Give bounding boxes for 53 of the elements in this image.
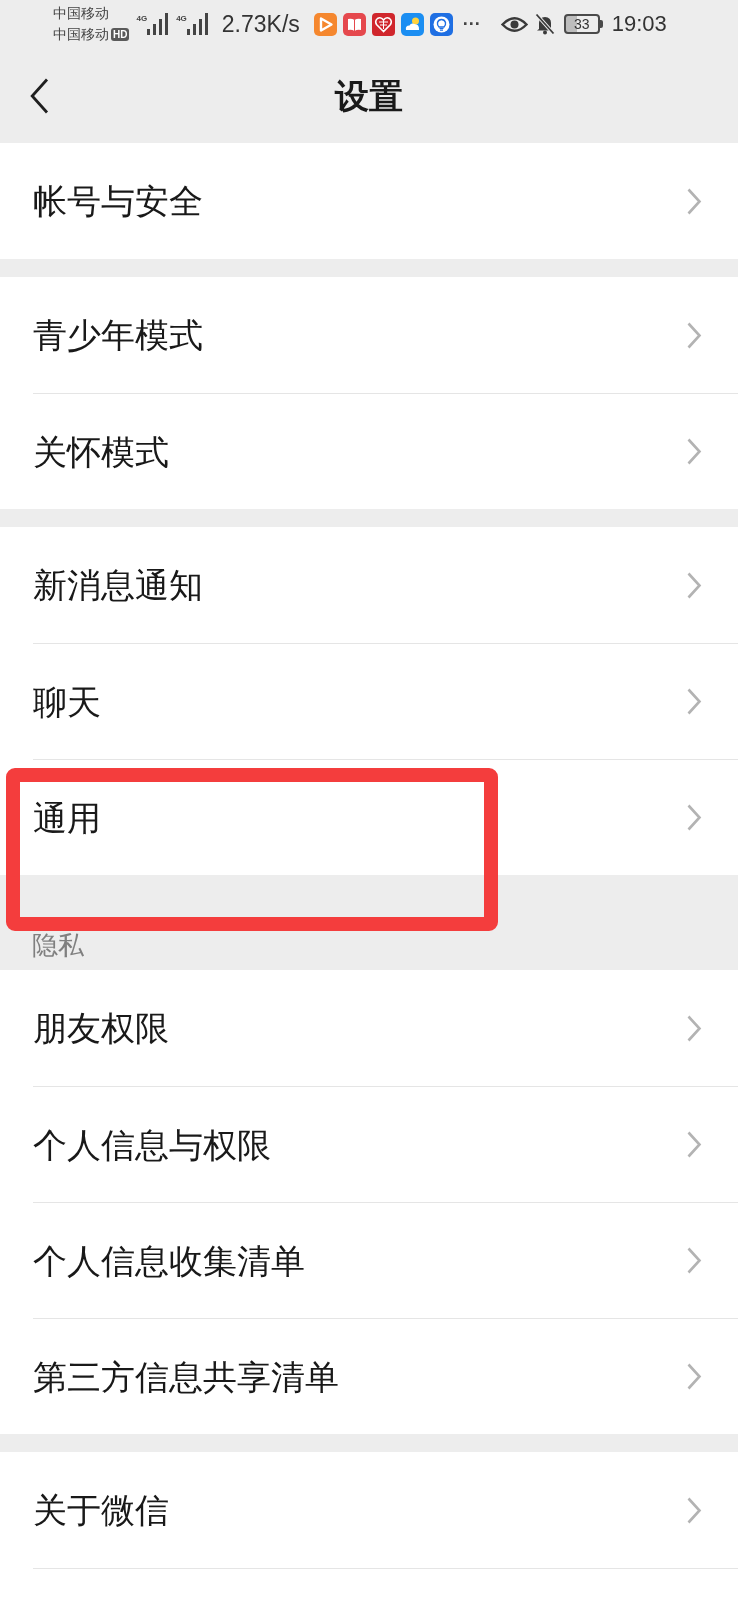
network-badge: HD	[111, 28, 130, 41]
eye-icon	[500, 15, 528, 33]
book-app-icon	[342, 12, 366, 36]
battery-percent: 33	[563, 14, 600, 34]
item-label: 关怀模式	[33, 431, 169, 472]
carrier-name: 中国移动	[53, 4, 109, 23]
bell-off-icon	[534, 13, 555, 35]
signal-bars-icon	[186, 13, 208, 35]
settings-item[interactable]: 帐号与安全	[0, 143, 738, 259]
chevron-right-icon	[687, 1247, 702, 1274]
chevron-right-icon	[687, 1014, 702, 1042]
weather-app-icon	[400, 12, 424, 36]
item-label: 个人信息收集清单	[33, 1240, 305, 1281]
chevron-right-icon	[687, 571, 702, 599]
settings-item[interactable]: 个人信息收集清单	[0, 1202, 738, 1318]
page-title: 设置	[335, 75, 403, 116]
settings-item[interactable]: 第三方信息共享清单	[0, 1318, 738, 1434]
settings-item[interactable]: 朋友权限	[0, 970, 738, 1086]
back-icon[interactable]	[30, 77, 49, 114]
chevron-right-icon	[687, 804, 702, 831]
item-label: 青少年模式	[33, 315, 203, 355]
signal-bars-icon	[147, 13, 169, 35]
item-label: 个人信息与权限	[33, 1124, 271, 1165]
chevron-right-icon	[687, 1496, 702, 1524]
settings-item[interactable]: 关于微信	[0, 1452, 738, 1568]
clock-time: 19:03	[611, 13, 667, 35]
chevron-right-icon	[687, 321, 702, 349]
bulb-app-icon	[429, 12, 453, 36]
item-label: 关于微信	[33, 1490, 169, 1530]
heart-app-icon	[371, 12, 395, 36]
carrier-name: 中国移动	[53, 25, 109, 44]
item-label: 第三方信息共享清单	[33, 1356, 339, 1397]
chevron-right-icon	[687, 187, 702, 215]
item-label: 新消息通知	[33, 565, 203, 605]
item-label: 聊天	[33, 681, 101, 722]
chevron-right-icon	[687, 1363, 702, 1390]
item-label: 通用	[33, 797, 101, 838]
item-label: 朋友权限	[33, 1008, 169, 1048]
settings-item[interactable]: 个人信息与权限	[0, 1086, 738, 1202]
network-speed: 2.73K/s	[221, 12, 300, 36]
settings-item[interactable]: 新消息通知	[0, 527, 738, 643]
play-app-icon	[313, 12, 337, 36]
chevron-right-icon	[687, 1131, 702, 1158]
network-type: 4G	[136, 14, 148, 23]
item-label: 帐号与安全	[33, 181, 203, 221]
chevron-right-icon	[687, 688, 702, 715]
settings-item[interactable]: 青少年模式	[0, 277, 738, 393]
section-title: 隐私	[32, 932, 84, 958]
settings-item[interactable]: 关怀模式	[0, 393, 738, 509]
settings-item[interactable]: 聊天	[0, 643, 738, 759]
chevron-right-icon	[687, 438, 702, 465]
more-notifications: ···	[462, 15, 481, 33]
network-type: 4G	[176, 14, 187, 23]
